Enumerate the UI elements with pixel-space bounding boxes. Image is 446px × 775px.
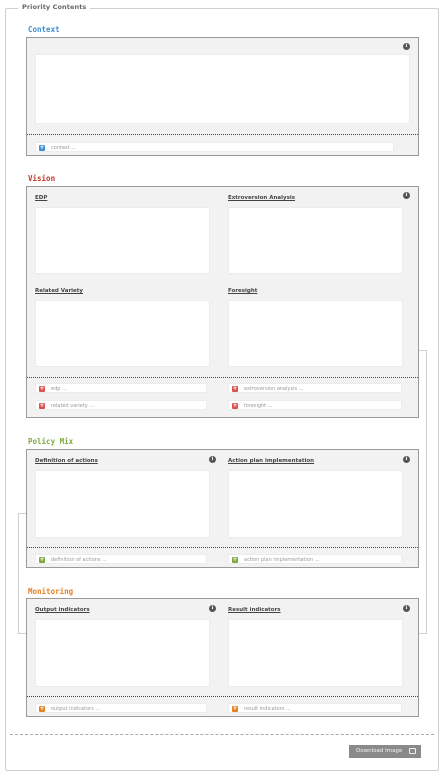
divider (27, 696, 418, 697)
vision-panel: i EDP Extroversion Analysis Related Vari… (26, 186, 419, 418)
plus-icon[interactable]: + (39, 705, 45, 712)
plus-icon[interactable]: + (232, 556, 238, 563)
action-plan-implementation-input[interactable]: + action plan implementation ... (228, 554, 402, 564)
monitoring-title: Monitoring (28, 587, 74, 596)
extroversion-analysis-input[interactable]: + extroversion analysis ... (228, 383, 402, 393)
output-indicators-label: Output indicators (35, 607, 90, 613)
info-icon[interactable]: i (209, 605, 216, 612)
related-variety-label: Related Variety (35, 288, 83, 294)
edp-placeholder: edp ... (51, 385, 67, 392)
definition-of-actions-input[interactable]: + definition of actions ... (35, 554, 207, 564)
definition-of-actions-label: Definition of actions (35, 458, 98, 464)
download-image-button[interactable]: Download Image (349, 745, 421, 758)
result-indicators-text-area[interactable] (228, 619, 403, 687)
info-icon[interactable]: i (403, 43, 410, 50)
edp-label: EDP (35, 195, 48, 201)
edp-input[interactable]: + edp ... (35, 383, 207, 393)
extroversion-analysis-placeholder: extroversion analysis ... (244, 385, 304, 392)
info-icon[interactable]: i (209, 456, 216, 463)
result-indicators-input[interactable]: + result indicators ... (228, 703, 402, 713)
related-variety-placeholder: related variety ... (51, 402, 95, 409)
plus-icon[interactable]: + (232, 385, 238, 392)
output-indicators-text-area[interactable] (35, 619, 210, 687)
context-panel: i + context ... (26, 37, 419, 156)
policy-to-monitoring-connector (18, 513, 26, 634)
foresight-label: Foresight (228, 288, 258, 294)
vision-to-monitoring-connector (419, 350, 427, 634)
plus-icon[interactable]: + (232, 705, 238, 712)
result-indicators-label: Result indicators (228, 607, 281, 613)
plus-icon[interactable]: + (232, 402, 238, 409)
action-plan-implementation-placeholder: action plan implementation ... (244, 556, 320, 563)
action-plan-implementation-label: Action plan implementation (228, 458, 315, 464)
divider (27, 547, 418, 548)
plus-icon[interactable]: + (39, 556, 45, 563)
plus-icon[interactable]: + (39, 402, 45, 409)
policy-mix-title: Policy Mix (28, 437, 74, 446)
context-title: Context (28, 25, 60, 34)
extroversion-analysis-label: Extroversion Analysis (228, 195, 296, 201)
info-icon[interactable]: i (403, 456, 410, 463)
info-icon[interactable]: i (403, 605, 410, 612)
extroversion-analysis-text-area[interactable] (228, 207, 403, 274)
output-indicators-placeholder: output indicators ... (51, 705, 101, 712)
result-indicators-placeholder: result indicators ... (244, 705, 291, 712)
foresight-placeholder: foresight ... (244, 402, 273, 409)
download-image-label: Download Image (356, 748, 403, 754)
divider (27, 377, 418, 378)
divider (27, 134, 418, 135)
info-icon[interactable]: i (403, 192, 410, 199)
related-variety-text-area[interactable] (35, 300, 210, 367)
monitoring-panel: Output indicators i Result indicators i … (26, 598, 419, 717)
image-icon (409, 748, 416, 754)
context-input[interactable]: + context ... (35, 142, 394, 152)
context-text-area[interactable] (35, 54, 410, 124)
plus-icon[interactable]: + (39, 385, 45, 392)
policy-mix-panel: Definition of actions i Action plan impl… (26, 449, 419, 568)
definition-of-actions-text-area[interactable] (35, 470, 210, 538)
action-plan-implementation-text-area[interactable] (228, 470, 403, 538)
vision-title: Vision (28, 174, 56, 183)
footer-divider (10, 734, 434, 735)
foresight-text-area[interactable] (228, 300, 403, 367)
context-placeholder: context ... (51, 144, 77, 151)
related-variety-input[interactable]: + related variety ... (35, 400, 207, 410)
plus-icon[interactable]: + (39, 144, 45, 151)
foresight-input[interactable]: + foresight ... (228, 400, 402, 410)
output-indicators-input[interactable]: + output indicators ... (35, 703, 207, 713)
fieldset-legend: Priority Contents (18, 3, 91, 11)
definition-of-actions-placeholder: definition of actions ... (51, 556, 107, 563)
edp-text-area[interactable] (35, 207, 210, 274)
